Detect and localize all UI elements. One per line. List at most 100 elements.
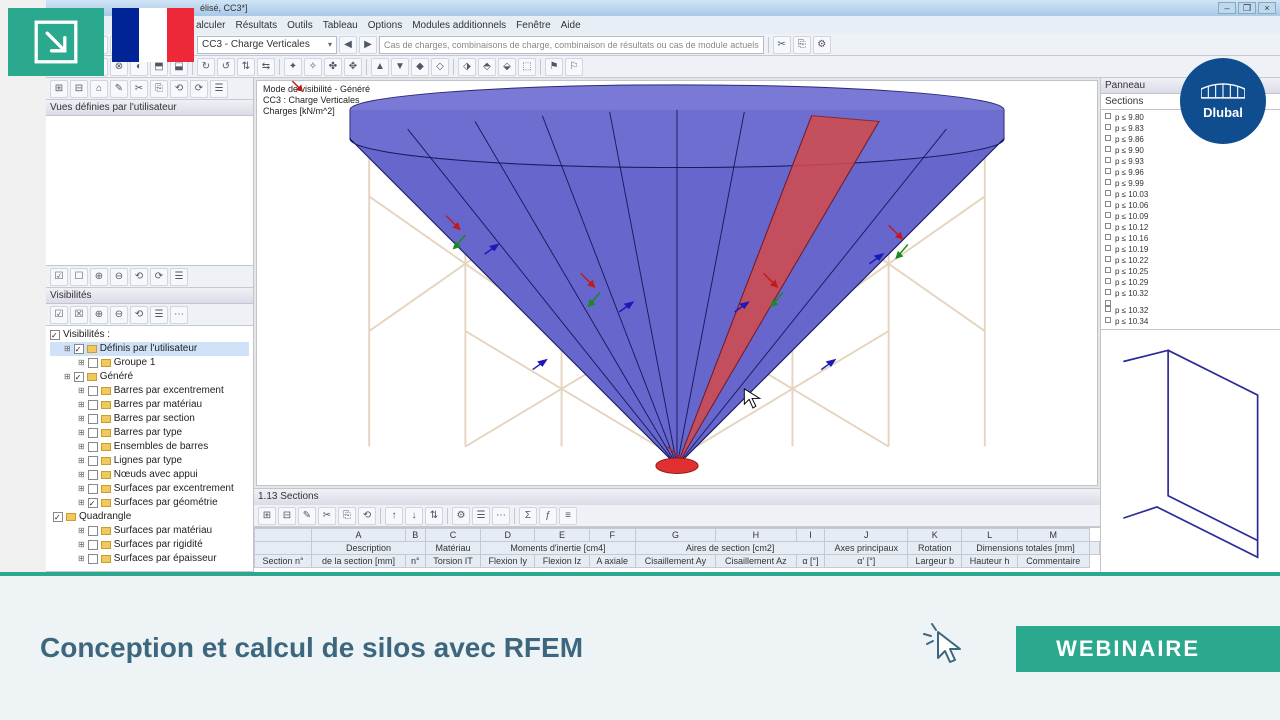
tree-row[interactable]: ⊞Ensembles de barres [50, 440, 249, 454]
toolbar-icon[interactable]: ⟳ [150, 268, 168, 286]
toolbar-icon[interactable]: ⎘ [338, 507, 356, 525]
checkbox[interactable] [74, 344, 84, 354]
toolbar-icon[interactable]: ✎ [110, 80, 128, 98]
toolbar-icon[interactable]: ⟲ [130, 306, 148, 324]
toolbar-icon[interactable]: Σ [519, 507, 537, 525]
result-row[interactable]: p ≤ 10.06 [1105, 200, 1276, 211]
result-row[interactable]: p ≤ 9.99 [1105, 178, 1276, 189]
toolbar-icon[interactable]: ✥ [344, 58, 362, 76]
result-row[interactable]: p ≤ 9.96 [1105, 167, 1276, 178]
checkbox[interactable] [88, 484, 98, 494]
toolbar-icon[interactable]: ƒ [539, 507, 557, 525]
toolbar-icon[interactable]: ⇆ [257, 58, 275, 76]
checkbox[interactable] [88, 442, 98, 452]
toolbar-icon[interactable]: ⋯ [170, 306, 188, 324]
checkbox[interactable] [88, 540, 98, 550]
toolbar-icon[interactable]: ⊕ [90, 268, 108, 286]
menu-calculer[interactable]: alculer [196, 20, 225, 31]
result-row[interactable]: p ≤ 10.22 [1105, 255, 1276, 266]
tree-row[interactable]: ⊞Barres par matériau [50, 398, 249, 412]
toolbar-icon[interactable]: ✤ [324, 58, 342, 76]
tree-row[interactable]: ⊞Barres par type [50, 426, 249, 440]
toolbar-icon[interactable]: ⟲ [358, 507, 376, 525]
checkbox[interactable] [50, 330, 60, 340]
minimize-button[interactable]: – [1218, 2, 1236, 14]
toolbar-icon[interactable]: ⇅ [425, 507, 443, 525]
checkbox[interactable] [88, 386, 98, 396]
toolbar-icon[interactable]: ↻ [197, 58, 215, 76]
checkbox[interactable] [74, 372, 84, 382]
menu-outils[interactable]: Outils [287, 20, 313, 31]
result-row[interactable]: p ≤ 10.19 [1105, 244, 1276, 255]
tree-row[interactable]: ⊞Surfaces par épaisseur [50, 552, 249, 566]
menu-options[interactable]: Options [368, 20, 402, 31]
menu-tableau[interactable]: Tableau [323, 20, 358, 31]
result-row[interactable]: p ≤ 10.12 [1105, 222, 1276, 233]
menu-modules[interactable]: Modules additionnels [412, 20, 506, 31]
result-row[interactable]: p ≤ 10.32 [1105, 305, 1276, 316]
toolbar-icon[interactable]: ◇ [431, 58, 449, 76]
result-row[interactable]: p ≤ 9.90 [1105, 145, 1276, 156]
result-row[interactable]: p ≤ 10.09 [1105, 211, 1276, 222]
toolbar-icon[interactable]: ⬚ [518, 58, 536, 76]
toolbar-icon[interactable]: ☰ [472, 507, 490, 525]
menu-aide[interactable]: Aide [561, 20, 581, 31]
toolbar-icon[interactable]: ⎘ [793, 36, 811, 54]
result-values-list[interactable]: p ≤ 9.80p ≤ 9.83p ≤ 9.86p ≤ 9.90p ≤ 9.93… [1101, 110, 1280, 330]
toolbar-icon[interactable]: ⬘ [478, 58, 496, 76]
close-button[interactable]: × [1258, 2, 1276, 14]
toolbar-icon[interactable]: ⬙ [498, 58, 516, 76]
toolbar-icon[interactable]: ⊟ [278, 507, 296, 525]
toolbar-icon[interactable]: ▼ [391, 58, 409, 76]
tree-row[interactable]: ⊞Surfaces par rigidité [50, 538, 249, 552]
checkbox[interactable] [88, 456, 98, 466]
tree-row[interactable]: ⊞Généré [50, 370, 249, 384]
checkbox[interactable] [88, 358, 98, 368]
views-body[interactable] [46, 116, 253, 266]
toolbar-icon[interactable]: ⬗ [458, 58, 476, 76]
toolbar-icon[interactable]: ⇅ [237, 58, 255, 76]
toolbar-icon[interactable]: ≡ [559, 507, 577, 525]
result-row[interactable]: p ≤ 10.29 [1105, 277, 1276, 288]
menu-resultats[interactable]: Résultats [235, 20, 277, 31]
tree-row[interactable]: ⊞Nœuds avec appui [50, 468, 249, 482]
toolbar-icon[interactable]: ⟲ [130, 268, 148, 286]
checkbox[interactable] [88, 470, 98, 480]
data-tab[interactable]: 1.13 Sections [254, 489, 1100, 505]
maximize-button[interactable]: ❐ [1238, 2, 1256, 14]
checkbox[interactable] [88, 526, 98, 536]
prev-icon[interactable]: ◀ [339, 36, 357, 54]
search-cases-input[interactable]: Cas de charges, combinaisons de charge, … [379, 36, 764, 54]
tree-row[interactable]: ⊞Surfaces par excentrement [50, 482, 249, 496]
toolbar-icon[interactable]: ⌂ [90, 80, 108, 98]
toolbar-icon[interactable]: ✂ [773, 36, 791, 54]
result-row[interactable]: p ≤ 10.34 [1105, 316, 1276, 327]
toolbar-icon[interactable]: ↺ [217, 58, 235, 76]
toolbar-icon[interactable]: ⊟ [70, 80, 88, 98]
tree-row[interactable]: ⊞Lignes par type [50, 454, 249, 468]
toolbar-icon[interactable]: ▲ [371, 58, 389, 76]
toolbar-icon[interactable]: ☰ [150, 306, 168, 324]
checkbox[interactable] [88, 554, 98, 564]
toolbar-icon[interactable]: ✦ [284, 58, 302, 76]
toolbar-icon[interactable]: ☐ [70, 268, 88, 286]
toolbar-icon[interactable]: ↑ [385, 507, 403, 525]
checkbox[interactable] [53, 512, 63, 522]
toolbar-icon[interactable]: ☰ [210, 80, 228, 98]
result-row[interactable]: p ≤ 9.93 [1105, 156, 1276, 167]
toolbar-icon[interactable]: ⊖ [110, 268, 128, 286]
toolbar-icon[interactable]: ⚙ [813, 36, 831, 54]
toolbar-icon[interactable]: ✂ [318, 507, 336, 525]
toolbar-icon[interactable]: ⊕ [90, 306, 108, 324]
toolbar-icon[interactable]: ⋯ [492, 507, 510, 525]
loadcase-combo[interactable]: CC3 - Charge Verticales [197, 36, 337, 54]
menu-fenetre[interactable]: Fenêtre [516, 20, 550, 31]
tree-row[interactable]: ⊞Barres par excentrement [50, 384, 249, 398]
toolbar-icon[interactable]: ↓ [405, 507, 423, 525]
tree-row[interactable]: ⊞Surfaces par matériau [50, 524, 249, 538]
toolbar-icon[interactable]: ☒ [70, 306, 88, 324]
toolbar-icon[interactable]: ⟳ [190, 80, 208, 98]
section-preview[interactable] [1101, 330, 1280, 572]
toolbar-icon[interactable]: ⎘ [150, 80, 168, 98]
tree-row[interactable]: ⊞Barres par section [50, 412, 249, 426]
